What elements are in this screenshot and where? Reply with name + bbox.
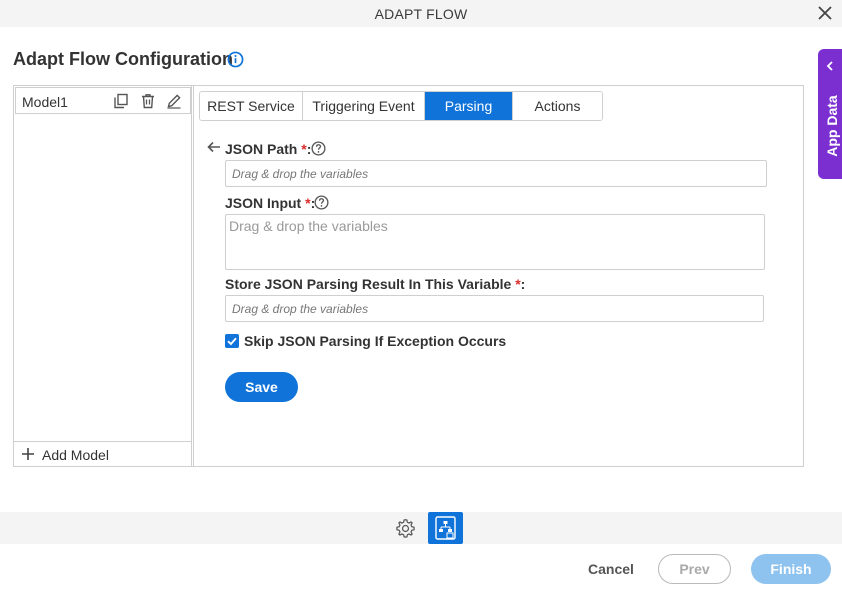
prev-button[interactable]: Prev	[658, 554, 731, 584]
config-tabs: REST Service Triggering Event Parsing Ac…	[199, 91, 603, 121]
bottom-toolbar	[0, 512, 842, 544]
flow-designer-button[interactable]	[428, 512, 463, 544]
add-model-label: Add Model	[42, 447, 109, 463]
checkmark-icon	[227, 337, 237, 346]
tab-parsing[interactable]: Parsing	[425, 92, 513, 120]
app-data-panel-toggle[interactable]: App Data	[818, 49, 842, 179]
model-list-item[interactable]: Model1	[15, 87, 191, 114]
json-input-textarea[interactable]: Drag & drop the variables	[225, 214, 765, 270]
app-data-label: App Data	[824, 95, 840, 157]
store-result-input[interactable]: Drag & drop the variables	[225, 295, 764, 322]
store-result-label: Store JSON Parsing Result In This Variab…	[225, 276, 525, 292]
json-path-label: JSON Path *:	[225, 141, 311, 157]
help-icon[interactable]	[314, 195, 329, 210]
model-name: Model1	[22, 94, 68, 110]
skip-exception-label[interactable]: Skip JSON Parsing If Exception Occurs	[244, 333, 506, 349]
skip-exception-checkbox[interactable]	[225, 334, 239, 348]
copy-icon[interactable]	[113, 93, 129, 109]
tab-triggering-event[interactable]: Triggering Event	[303, 92, 425, 120]
tab-actions[interactable]: Actions	[513, 92, 602, 120]
json-input-label-text: JSON Input	[225, 195, 302, 211]
finish-button[interactable]: Finish	[751, 554, 831, 584]
help-icon[interactable]	[311, 141, 326, 156]
store-result-label-text: Store JSON Parsing Result In This Variab…	[225, 276, 512, 292]
tab-rest-service[interactable]: REST Service	[200, 92, 303, 120]
chevron-left-icon	[826, 61, 833, 71]
arrow-left-icon[interactable]	[207, 141, 221, 153]
info-icon[interactable]	[227, 51, 244, 68]
trash-icon[interactable]	[140, 93, 156, 109]
json-input-label: JSON Input *:	[225, 195, 315, 211]
cancel-button[interactable]: Cancel	[588, 561, 634, 577]
pencil-icon[interactable]	[166, 93, 182, 109]
page-title: Adapt Flow Configuration	[13, 49, 233, 69]
json-path-label-text: JSON Path	[225, 141, 298, 157]
label-suffix: :	[520, 276, 526, 292]
window-title: ADAPT FLOW	[374, 6, 468, 22]
json-path-input[interactable]: Drag & drop the variables	[225, 160, 767, 187]
model-list-pane: Model1 Add Model	[14, 86, 192, 466]
close-icon[interactable]	[818, 6, 832, 20]
window-title-bar: ADAPT FLOW	[0, 0, 842, 27]
flow-designer-icon	[435, 516, 456, 540]
pane-divider	[192, 86, 194, 466]
save-button[interactable]: Save	[225, 372, 298, 402]
plus-icon	[22, 448, 34, 460]
add-model-button[interactable]: Add Model	[14, 441, 192, 466]
gear-icon[interactable]	[395, 518, 416, 539]
